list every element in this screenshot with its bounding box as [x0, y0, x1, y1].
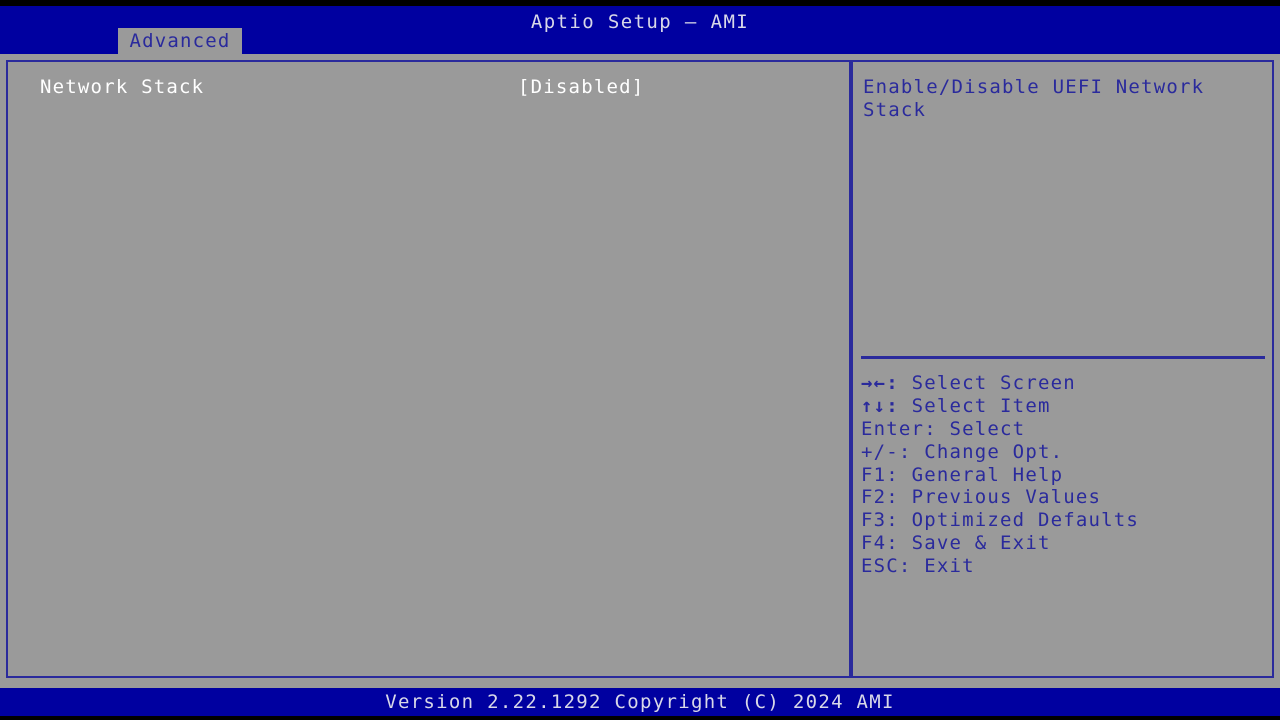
- esc-key-icon: ESC:: [861, 555, 912, 578]
- footer-bar: Version 2.22.1292 Copyright (C) 2024 AMI: [0, 688, 1280, 716]
- f2-key-icon: F2:: [861, 486, 899, 509]
- setting-label: Network Stack: [40, 76, 205, 98]
- bottom-black-strip: [0, 716, 1280, 720]
- f3-key-icon: F3:: [861, 509, 899, 532]
- help-description: Enable/Disable UEFI Network Stack: [863, 76, 1205, 121]
- legend-item-optimized-defaults: F3: Optimized Defaults: [861, 509, 1267, 532]
- legend-item-previous-values: F2: Previous Values: [861, 486, 1267, 509]
- help-panel: Enable/Disable UEFI Network Stack →←: Se…: [851, 60, 1274, 678]
- tab-advanced[interactable]: Advanced: [118, 28, 242, 54]
- legend-action: Save & Exit: [911, 532, 1051, 555]
- f4-key-icon: F4:: [861, 532, 899, 555]
- legend-action: Change Opt.: [924, 440, 1064, 463]
- plus-minus-key-icon: +/-:: [861, 440, 912, 463]
- key-legend: →←: Select Screen ↑↓: Select Item Enter:…: [861, 372, 1267, 578]
- legend-item-select-screen: →←: Select Screen: [861, 372, 1267, 395]
- version-copyright-text: Version 2.22.1292 Copyright (C) 2024 AMI: [385, 691, 895, 713]
- arrow-left-right-icon: →←:: [861, 372, 899, 394]
- legend-item-change-opt: +/-: Change Opt.: [861, 441, 1267, 464]
- legend-action: Select Item: [911, 394, 1051, 417]
- setting-row-network-stack[interactable]: Network Stack [Disabled]: [8, 76, 849, 102]
- bios-setup-screen: Aptio Setup – AMI Advanced Network Stack…: [0, 0, 1280, 720]
- legend-item-enter: Enter: Select: [861, 418, 1267, 441]
- legend-action: Select Screen: [911, 372, 1076, 394]
- arrow-up-down-icon: ↑↓:: [861, 394, 899, 417]
- settings-panel: Network Stack [Disabled]: [6, 60, 851, 678]
- legend-action: Previous Values: [911, 486, 1102, 509]
- legend-item-save-exit: F4: Save & Exit: [861, 532, 1267, 555]
- enter-key-icon: Enter:: [861, 417, 937, 440]
- legend-item-exit: ESC: Exit: [861, 555, 1267, 578]
- legend-action: Exit: [924, 555, 975, 578]
- legend-item-general-help: F1: General Help: [861, 464, 1267, 487]
- setting-value[interactable]: [Disabled]: [518, 76, 644, 98]
- legend-action: Optimized Defaults: [911, 509, 1140, 532]
- content-area: Network Stack [Disabled] Enable/Disable …: [6, 60, 1274, 678]
- help-divider: [861, 356, 1265, 359]
- legend-item-select-item: ↑↓: Select Item: [861, 395, 1267, 418]
- legend-action: General Help: [911, 463, 1064, 486]
- f1-key-icon: F1:: [861, 463, 899, 486]
- legend-action: Select: [949, 417, 1026, 440]
